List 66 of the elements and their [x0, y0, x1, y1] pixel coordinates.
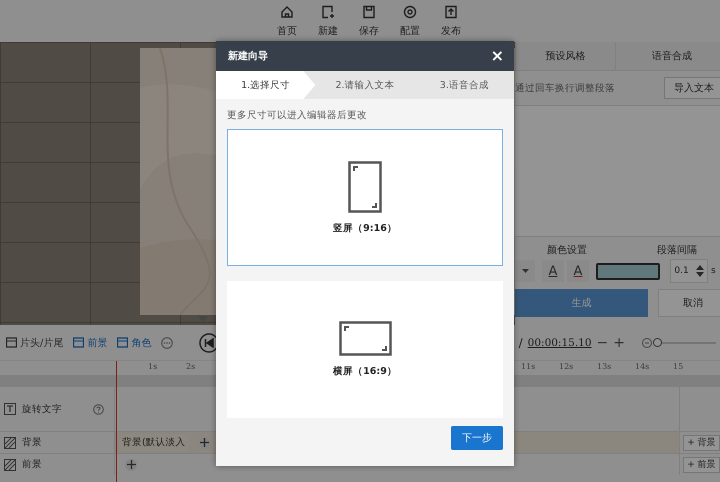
zoom-in-button[interactable]: + [613, 334, 625, 350]
track-label: 旋转文字 [22, 402, 63, 416]
track-label: 前景 [22, 458, 43, 471]
toolbar-button[interactable]: 首页 [272, 0, 302, 42]
ruler-label: 13s [597, 361, 612, 373]
wizard-step: 3.语音合成 [414, 71, 514, 99]
toolbar-button[interactable]: 新建 [313, 0, 343, 42]
duration-text[interactable]: 00:00:15.10 [528, 336, 592, 348]
wizard-step: 1.选择尺寸 [216, 71, 316, 99]
panel-icon [6, 337, 17, 348]
timeline-tool[interactable]: 片头/片尾 [6, 336, 64, 350]
slider-thumb[interactable] [653, 338, 662, 347]
add-icon[interactable] [198, 436, 211, 448]
more-icon[interactable] [161, 336, 174, 348]
import-button[interactable]: 导入文本 [664, 77, 720, 99]
next-button[interactable]: 下一步 [451, 426, 503, 450]
help-icon[interactable] [93, 404, 104, 414]
panel-icon [117, 337, 128, 348]
color-swatch[interactable] [596, 262, 660, 280]
toolbar-button[interactable]: 发布 [436, 0, 466, 42]
home-icon [280, 4, 294, 18]
wizard-step: 2.请输入文本 [315, 71, 415, 99]
field-label: 段落间隔 [657, 244, 697, 257]
dialog-title: 新建向导 [228, 49, 268, 63]
ruler-label: 14s [635, 361, 650, 373]
hint-text: 通过回车换行调整段落 [515, 82, 615, 94]
panel-icon [73, 337, 84, 348]
text-color-button[interactable]: A [542, 260, 564, 282]
text-color-button[interactable]: A [567, 260, 589, 282]
zoom-out-icon[interactable] [642, 338, 652, 348]
tab[interactable]: 预设风格 [515, 42, 615, 70]
add-track-button[interactable]: + 前景 [683, 456, 720, 472]
stepper-icon[interactable] [696, 265, 704, 277]
dropdown-caret-icon[interactable] [515, 260, 535, 282]
gear-icon [403, 4, 417, 18]
text-icon [4, 403, 16, 415]
spacing-field[interactable]: 0.1 [670, 259, 708, 283]
size-option[interactable]: 横屏（16:9） [227, 281, 503, 418]
size-option[interactable]: 竖屏（9:16） [227, 129, 503, 266]
landscape-screen-icon [338, 321, 392, 356]
ruler-label: 1s [148, 361, 158, 373]
track-label: 背景 [22, 436, 43, 449]
toolbar-button[interactable]: 保存 [354, 0, 384, 42]
unit-label: s [711, 266, 716, 276]
ruler-label: 11s [521, 361, 536, 373]
hint-text: 更多尺寸可以进入编辑器后更改 [227, 109, 368, 122]
toolbar-button[interactable]: 配置 [395, 0, 425, 42]
zoom-out-button[interactable]: − [596, 334, 608, 350]
field-label: 颜色设置 [547, 244, 587, 257]
hatched-square-icon [4, 436, 16, 448]
add-icon[interactable] [125, 458, 137, 470]
cancel-button[interactable]: 取消 [658, 289, 720, 317]
ruler-label: 12s [559, 361, 574, 373]
save-icon [362, 4, 376, 18]
timeline-tool[interactable]: 角色 [117, 336, 152, 350]
ruler-label: 2s [186, 361, 196, 373]
add-track-button[interactable]: + 背景 [683, 434, 720, 450]
ruler-label: 15 [673, 361, 684, 373]
portrait-screen-icon [348, 160, 382, 212]
tab[interactable]: 语音合成 [615, 42, 720, 70]
close-button[interactable]: × [490, 48, 504, 64]
timeline-tool[interactable]: 前景 [73, 336, 108, 350]
upload-icon [444, 4, 458, 18]
hatched-square-icon [4, 458, 16, 470]
separator-text: / [518, 336, 523, 350]
new-page-icon [321, 4, 335, 18]
